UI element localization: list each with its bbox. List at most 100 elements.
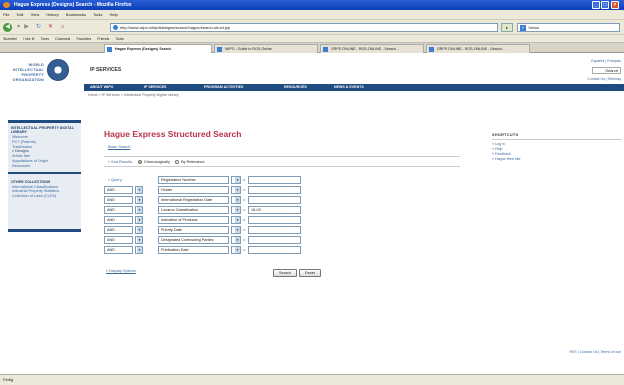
value-input[interactable]	[248, 186, 301, 194]
wipo-logo-text: WORLD INTELLECTUAL PROPERTY ORGANIZATION	[8, 63, 44, 83]
operator-select[interactable]: AND	[104, 186, 133, 194]
shortcut-hague-link[interactable]: » Hague Web site	[492, 157, 622, 162]
home-icon[interactable]: ⌂	[58, 23, 67, 32]
field-dropdown[interactable]: ▼	[231, 176, 241, 184]
field-select[interactable]: Priority Date	[158, 226, 229, 234]
field-dropdown[interactable]: ▼	[231, 186, 241, 194]
search-button[interactable]: Search	[273, 269, 297, 277]
tab-grps-1[interactable]: GRPS ONLINE - ROS-ONLINE - Search...	[320, 44, 424, 53]
tab-grps-2[interactable]: GRPS ONLINE - ROS-ONLINE - Search...	[426, 44, 530, 53]
field-select[interactable]: International Registration Date	[158, 196, 229, 204]
field-select[interactable]: Registration Number	[158, 176, 229, 184]
field-select[interactable]: Holder	[158, 186, 229, 194]
equals-sign: =	[243, 187, 246, 192]
contact-links[interactable]: Contact Us | Sitemap	[587, 77, 621, 81]
sidebar-item-resources[interactable]: Resources	[8, 164, 81, 169]
menu-tools[interactable]: Tools	[93, 12, 102, 17]
operator-select[interactable]: AND	[104, 246, 133, 254]
go-button[interactable]: ▸	[501, 23, 513, 32]
nav-resources[interactable]: RESOURCES	[284, 84, 307, 91]
operator-dropdown[interactable]: ▼	[135, 236, 143, 244]
menu-help[interactable]: Help	[109, 12, 117, 17]
bookmark-tools-2[interactable]: Tools	[115, 37, 123, 41]
page-viewport: WORLD INTELLECTUAL PROPERTY ORGANIZATION…	[0, 53, 624, 374]
maximize-button[interactable]: □	[601, 1, 609, 9]
equals-sign: =	[243, 247, 246, 252]
reset-button[interactable]: Reset	[299, 269, 321, 277]
sort-chronological-label: Chronologically	[144, 160, 170, 164]
close-button[interactable]: ×	[611, 1, 619, 9]
bookmark-favorites[interactable]: Favorites	[76, 37, 91, 41]
menu-view[interactable]: View	[31, 12, 40, 17]
search-engine-icon[interactable]: Y	[520, 25, 526, 31]
query-row: AND ▼ Publication Date ▼ =	[104, 246, 304, 255]
breadcrumb[interactable]: Home > IP Services > Intellectual Proper…	[88, 93, 179, 97]
field-select[interactable]: Publication Date	[158, 246, 229, 254]
sort-label: » Sort Results:	[108, 160, 133, 164]
sort-chronological-radio[interactable]	[137, 160, 142, 164]
operator-select[interactable]: AND	[104, 206, 133, 214]
forward-icon[interactable]: ▶	[22, 23, 31, 32]
menu-bookmarks[interactable]: Bookmarks	[66, 12, 86, 17]
field-dropdown[interactable]: ▼	[231, 236, 241, 244]
language-links[interactable]: Español | Français	[591, 59, 621, 63]
tab-ros-guide[interactable]: WIPO - Guide to ROS-Online	[214, 44, 318, 53]
operator-select[interactable]: AND	[104, 196, 133, 204]
field-dropdown[interactable]: ▼	[231, 226, 241, 234]
operator-select[interactable]: AND	[104, 216, 133, 224]
menu-edit[interactable]: Edit	[17, 12, 24, 17]
tab-hague-search[interactable]: Hague Express (Designs) Search	[104, 44, 212, 53]
value-input[interactable]: 16-03	[248, 206, 301, 214]
sort-relevance-radio[interactable]	[175, 160, 180, 164]
nav-ip-services[interactable]: IP SERVICES	[144, 84, 166, 91]
sidebar-item-clea[interactable]: Collection of Laws (CLEA)	[8, 194, 81, 199]
field-dropdown[interactable]: ▼	[231, 196, 241, 204]
operator-select[interactable]: AND	[104, 236, 133, 244]
menu-file[interactable]: File	[3, 12, 9, 17]
operator-select[interactable]: AND	[104, 226, 133, 234]
url-input[interactable]: http://www.wipo.int/ipdldesigns/search/h…	[110, 23, 498, 32]
operator-dropdown[interactable]: ▼	[135, 246, 143, 254]
web-search-input[interactable]: Y Yahoo	[517, 23, 620, 32]
bookmark-channels[interactable]: Channels	[55, 37, 70, 41]
equals-sign: =	[243, 207, 246, 212]
field-select[interactable]: Locarno Classification	[158, 206, 229, 214]
display-options-link[interactable]: » Display Options	[106, 269, 136, 273]
bookmark-tools[interactable]: Tools	[41, 37, 49, 41]
site-header: WORLD INTELLECTUAL PROPERTY ORGANIZATION…	[0, 53, 624, 84]
operator-dropdown[interactable]: ▼	[135, 196, 143, 204]
basic-search-link[interactable]: Basic Search	[108, 145, 130, 149]
operator-dropdown[interactable]: ▼	[135, 206, 143, 214]
bookmark-friends[interactable]: Friends	[97, 37, 109, 41]
field-select[interactable]: Designated Contracting Parties	[158, 236, 229, 244]
minimize-button[interactable]: _	[592, 1, 600, 9]
reload-icon[interactable]: ↻	[34, 23, 43, 32]
footer-links[interactable]: RSS | Contact Us | Terms of use	[569, 350, 621, 354]
field-select[interactable]: Indication of Products	[158, 216, 229, 224]
value-input[interactable]	[248, 226, 301, 234]
bookmark-like[interactable]: I like it!	[23, 37, 34, 41]
bookmark-stumble[interactable]: Stumble!	[3, 37, 17, 41]
value-input[interactable]	[248, 176, 301, 184]
site-search-button[interactable]: Search	[592, 67, 621, 74]
operator-dropdown[interactable]: ▼	[135, 226, 143, 234]
nav-news-events[interactable]: NEWS & EVENTS	[334, 84, 364, 91]
menu-history[interactable]: History	[46, 12, 58, 17]
value-input[interactable]	[248, 216, 301, 224]
operator-dropdown[interactable]: ▼	[135, 186, 143, 194]
nav-about[interactable]: ABOUT WIPO	[90, 84, 113, 91]
field-dropdown[interactable]: ▼	[231, 246, 241, 254]
wipo-emblem-icon[interactable]	[47, 59, 69, 81]
value-input[interactable]	[248, 246, 301, 254]
value-input[interactable]	[248, 196, 301, 204]
field-dropdown[interactable]: ▼	[231, 216, 241, 224]
window-titlebar: Hague Express (Designs) Search - Mozilla…	[0, 0, 624, 10]
field-dropdown[interactable]: ▼	[231, 206, 241, 214]
tab-favicon-icon	[107, 47, 112, 52]
operator-dropdown[interactable]: ▼	[135, 216, 143, 224]
back-icon[interactable]: ◀	[3, 23, 12, 32]
nav-program-activities[interactable]: PROGRAM ACTIVITIES	[204, 84, 243, 91]
stop-icon[interactable]: ✕	[46, 23, 55, 32]
chevron-down-icon: ▼	[235, 177, 240, 183]
value-input[interactable]	[248, 236, 301, 244]
